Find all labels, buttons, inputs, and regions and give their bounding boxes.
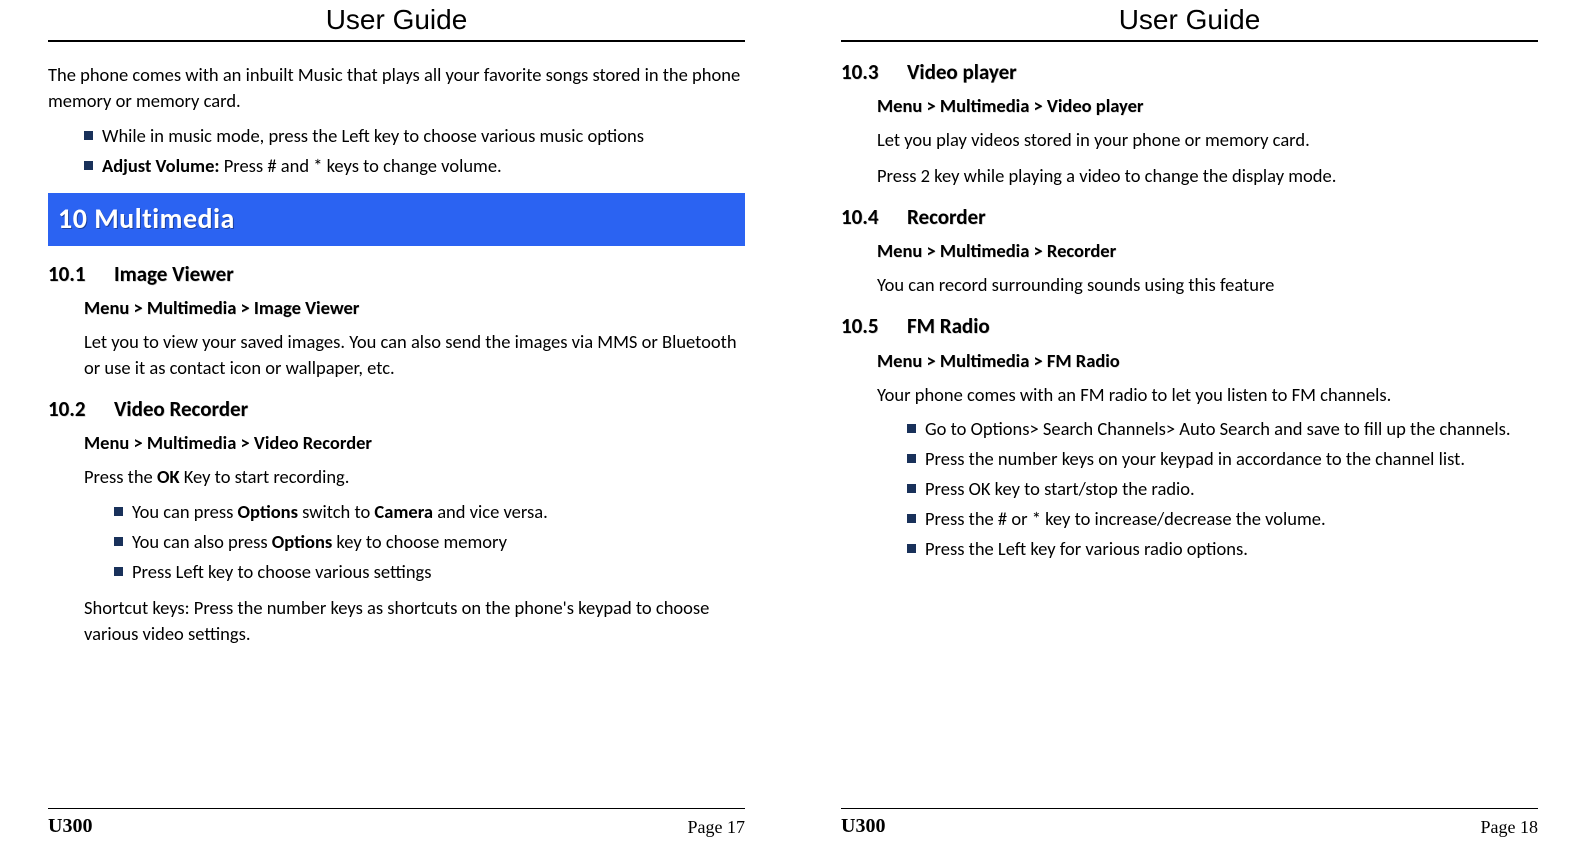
- footer-left: U300 Page 17: [48, 809, 745, 862]
- content-right: 10.3 Video player Menu > Multimedia > Vi…: [841, 54, 1538, 808]
- page-header-right: User Guide: [841, 0, 1538, 40]
- section-number: 10.2: [48, 395, 92, 424]
- text: You can also press: [132, 530, 272, 553]
- list-item: Adjust Volume: Press # and * keys to cha…: [84, 154, 745, 179]
- section-number: 10.3: [841, 58, 885, 87]
- section-paragraph: Let you play videos stored in your phone…: [877, 127, 1538, 153]
- footer-model: U300: [48, 815, 92, 838]
- section-paragraph: Shortcut keys: Press the number keys as …: [84, 595, 745, 647]
- section-title: Video Recorder: [114, 395, 248, 424]
- page-left: User Guide The phone comes with an inbui…: [0, 0, 793, 862]
- list-text: Go to Options> Search Channels> Auto Sea…: [925, 417, 1511, 440]
- footer-right: U300 Page 18: [841, 809, 1538, 862]
- section-paragraph: You can record surrounding sounds using …: [877, 272, 1538, 298]
- menu-path-fm-radio: Menu > Multimedia > FM Radio: [877, 348, 1538, 374]
- content-left: The phone comes with an inbuilt Music th…: [48, 54, 745, 808]
- header-rule: [48, 40, 745, 42]
- intro-bullets: While in music mode, press the Left key …: [48, 124, 745, 179]
- menu-path-video-recorder: Menu > Multimedia > Video Recorder: [84, 430, 745, 456]
- menu-path-video-player: Menu > Multimedia > Video player: [877, 93, 1538, 119]
- list-text: Press OK key to start/stop the radio.: [925, 477, 1195, 500]
- section-paragraph: Your phone comes with an FM radio to let…: [877, 382, 1538, 408]
- section-number: 10.5: [841, 312, 885, 341]
- section-number: 10.4: [841, 203, 885, 232]
- footer-model: U300: [841, 815, 885, 838]
- section-paragraph: Let you to view your saved images. You c…: [84, 329, 745, 381]
- section-title: Recorder: [907, 203, 986, 232]
- section-heading-video-recorder: 10.2 Video Recorder: [48, 395, 745, 424]
- list-text: Press the # or * key to increase/decreas…: [925, 507, 1326, 530]
- menu-path-image-viewer: Menu > Multimedia > Image Viewer: [84, 295, 745, 321]
- list-item: You can press Options switch to Camera a…: [114, 500, 745, 525]
- section-paragraph: Press the OK Key to start recording.: [84, 464, 745, 490]
- list-item: Press the number keys on your keypad in …: [907, 447, 1538, 472]
- page-right: User Guide 10.3 Video player Menu > Mult…: [793, 0, 1586, 862]
- text: key to choose memory: [332, 530, 507, 553]
- header-rule: [841, 40, 1538, 42]
- list-item: You can also press Options key to choose…: [114, 530, 745, 555]
- footer-page-number: Page 17: [688, 817, 746, 838]
- list-text: Press the Left key for various radio opt…: [925, 537, 1248, 560]
- fm-radio-bullets: Go to Options> Search Channels> Auto Sea…: [841, 417, 1538, 562]
- text: Key to start recording.: [180, 465, 350, 488]
- list-text: Press the number keys on your keypad in …: [925, 447, 1465, 470]
- list-item: Press Left key to choose various setting…: [114, 560, 745, 585]
- list-text: While in music mode, press the Left key …: [102, 124, 644, 147]
- list-item: Press the Left key for various radio opt…: [907, 537, 1538, 562]
- list-item: Press OK key to start/stop the radio.: [907, 477, 1538, 502]
- page-header-left: User Guide: [48, 0, 745, 40]
- text: switch to: [298, 500, 374, 523]
- intro-paragraph: The phone comes with an inbuilt Music th…: [48, 62, 745, 114]
- ok-key-label: OK: [157, 465, 180, 488]
- video-recorder-bullets: You can press Options switch to Camera a…: [48, 500, 745, 585]
- list-text: Press # and * keys to change volume.: [220, 154, 502, 177]
- list-item: While in music mode, press the Left key …: [84, 124, 745, 149]
- section-heading-image-viewer: 10.1 Image Viewer: [48, 260, 745, 289]
- section-heading-fm-radio: 10.5 FM Radio: [841, 312, 1538, 341]
- section-title: FM Radio: [907, 312, 990, 341]
- footer-page-number: Page 18: [1481, 817, 1539, 838]
- options-label: Options: [238, 500, 298, 523]
- section-paragraph: Press 2 key while playing a video to cha…: [877, 163, 1538, 189]
- list-item: Press the # or * key to increase/decreas…: [907, 507, 1538, 532]
- options-label: Options: [272, 530, 332, 553]
- adjust-volume-label: Adjust Volume:: [102, 154, 220, 177]
- section-title: Image Viewer: [114, 260, 234, 289]
- section-number: 10.1: [48, 260, 92, 289]
- text: Press the: [84, 465, 157, 488]
- menu-path-recorder: Menu > Multimedia > Recorder: [877, 238, 1538, 264]
- list-text: Press Left key to choose various setting…: [132, 560, 431, 583]
- list-item: Go to Options> Search Channels> Auto Sea…: [907, 417, 1538, 442]
- chapter-heading-multimedia: 10 Multimedia: [48, 193, 745, 246]
- text: You can press: [132, 500, 238, 523]
- section-title: Video player: [907, 58, 1017, 87]
- camera-label: Camera: [374, 500, 433, 523]
- section-heading-video-player: 10.3 Video player: [841, 58, 1538, 87]
- section-heading-recorder: 10.4 Recorder: [841, 203, 1538, 232]
- text: and vice versa.: [433, 500, 548, 523]
